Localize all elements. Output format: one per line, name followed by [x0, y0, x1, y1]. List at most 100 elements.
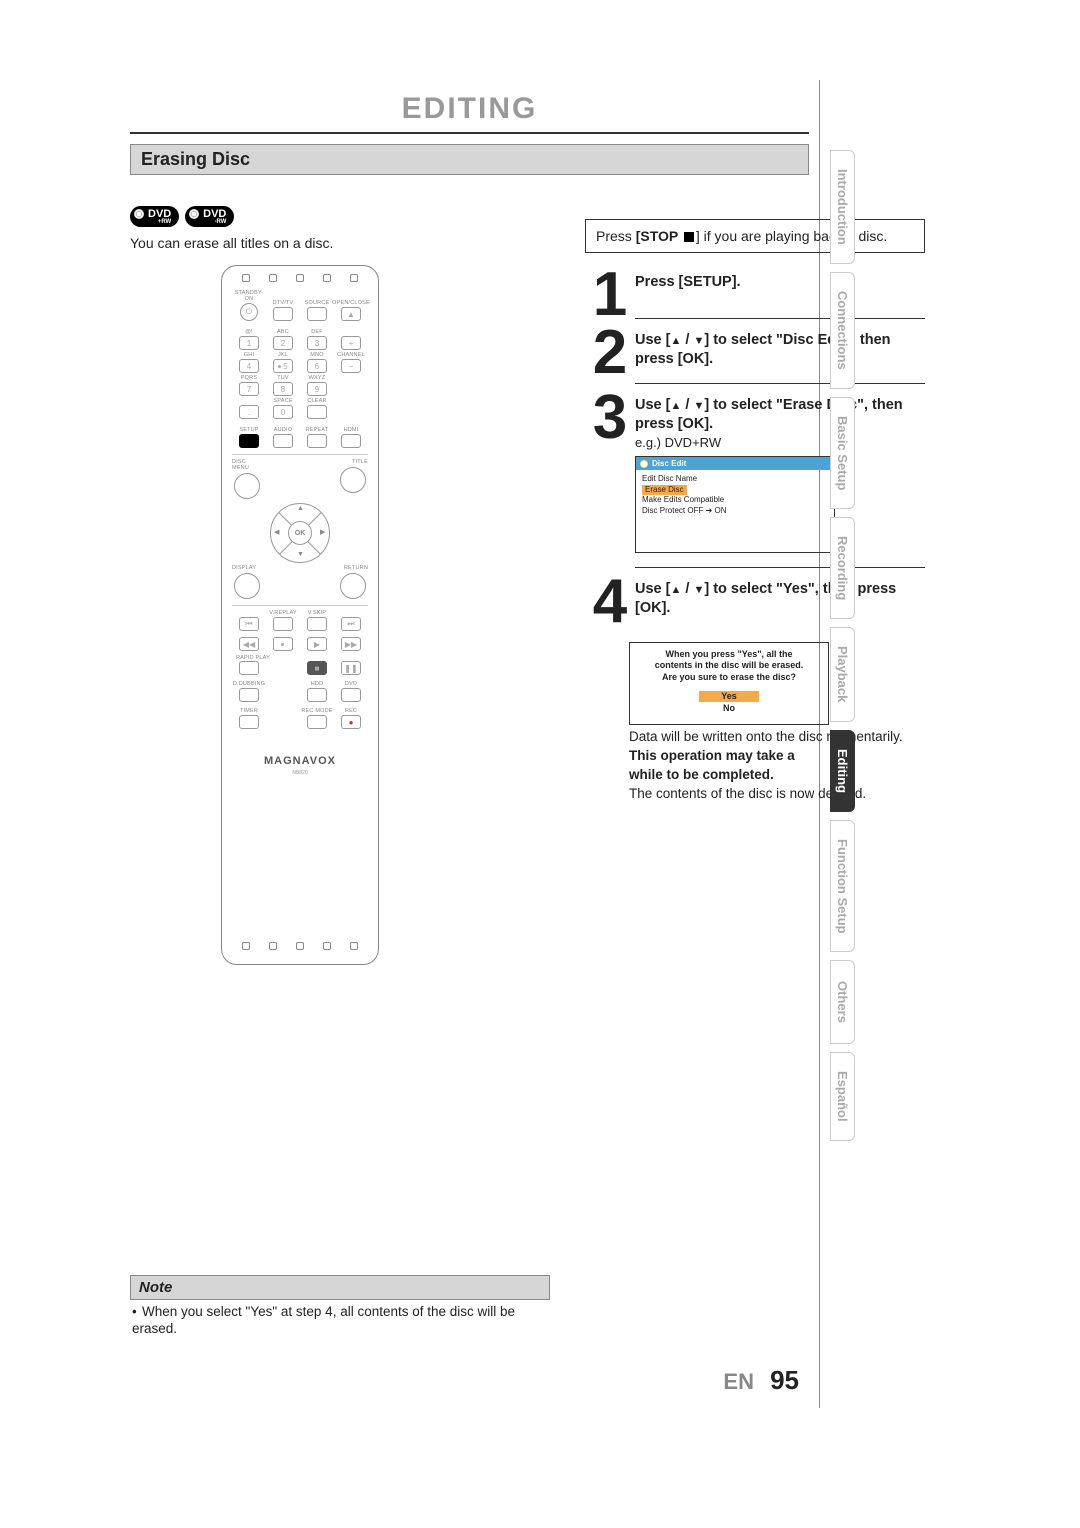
stop-icon — [684, 232, 694, 242]
tab-recording[interactable]: Recording — [830, 517, 855, 619]
tab-connections[interactable]: Connections — [830, 272, 855, 389]
chapter-title: EDITING — [130, 92, 809, 134]
hdd-button[interactable] — [307, 688, 327, 702]
tab-introduction[interactable]: Introduction — [830, 150, 855, 264]
section-heading: Erasing Disc — [130, 144, 809, 175]
key-0[interactable]: 0 — [273, 405, 293, 419]
tab-playback[interactable]: Playback — [830, 627, 855, 721]
stop-button[interactable]: ■ — [307, 661, 327, 675]
remote-model: NB820 — [222, 770, 378, 776]
right-arrow-icon[interactable]: ▶ — [320, 528, 325, 536]
prev-track-button[interactable]: ⏮ — [239, 617, 259, 631]
note-body: •When you select "Yes" at step 4, all co… — [130, 1300, 550, 1342]
key-9[interactable]: 9 — [307, 382, 327, 396]
key-2[interactable]: 2 — [273, 336, 293, 350]
disc-badges: DVD +RW DVD -RW — [130, 206, 470, 227]
vskip-button[interactable] — [307, 617, 327, 631]
step-4-title: Use [▲ / ▼] to select "Yes", then press … — [635, 580, 925, 618]
timer-button[interactable] — [239, 715, 259, 729]
open-close-label: OPEN/CLOSE — [332, 300, 370, 306]
ok-button[interactable]: OK — [288, 521, 312, 545]
remote-control-illustration: STANDBY-ON⏻ DTV/TV SOURCE OPEN/CLOSE▲ @!… — [221, 265, 379, 965]
warn-line-1: This operation may take a — [629, 748, 925, 763]
slow-button[interactable] — [273, 637, 293, 651]
left-arrow-icon[interactable]: ◀ — [274, 528, 279, 536]
tab-espanol[interactable]: Español — [830, 1052, 855, 1141]
footer-lang: EN — [723, 1369, 754, 1394]
standby-label: STANDBY-ON — [232, 290, 266, 302]
disc-menu-button[interactable] — [234, 473, 260, 499]
intro-text: You can erase all titles on a disc. — [130, 235, 470, 251]
remote-brand: MAGNAVOX — [222, 755, 378, 767]
dpad[interactable]: OK ▲ ▼ ◀ ▶ — [256, 501, 344, 577]
step-1: 1 Press [SETUP]. — [585, 271, 925, 319]
key-3[interactable]: 3 — [307, 336, 327, 350]
key-4[interactable]: 4 — [239, 359, 259, 373]
key-5[interactable]: 5 — [273, 359, 293, 373]
tab-basic-setup[interactable]: Basic Setup — [830, 397, 855, 509]
tab-function-setup[interactable]: Function Setup — [830, 820, 855, 953]
source-button[interactable] — [307, 307, 327, 321]
pause-button[interactable]: ❚❚ — [341, 661, 361, 675]
step-4: 4 Use [▲ / ▼] to select "Yes", then pres… — [585, 578, 925, 632]
rapid-play-button[interactable] — [239, 661, 259, 675]
note-box: Note •When you select "Yes" at step 4, a… — [130, 1275, 550, 1342]
section-tabs: Introduction Connections Basic Setup Rec… — [830, 150, 868, 1149]
right-column: Press [STOP ] if you are playing back a … — [585, 219, 925, 803]
dvd-button[interactable] — [341, 688, 361, 702]
rec-button[interactable]: ● — [341, 715, 361, 729]
rewind-button[interactable]: ◀◀ — [239, 637, 259, 651]
dtv-label: DTV/TV — [273, 300, 294, 306]
tab-editing[interactable]: Editing — [830, 730, 855, 812]
step-1-title: Press [SETUP]. — [635, 273, 925, 292]
dialog-no: No — [699, 703, 759, 715]
hdmi-button[interactable] — [341, 434, 361, 448]
tab-others[interactable]: Others — [830, 960, 855, 1044]
standby-button[interactable]: ⏻ — [240, 303, 258, 321]
left-column: DVD +RW DVD -RW You can erase all titles… — [130, 200, 470, 965]
vreplay-button[interactable] — [273, 617, 293, 631]
key-6[interactable]: 6 — [307, 359, 327, 373]
down-arrow-icon[interactable]: ▼ — [297, 551, 304, 558]
dvd-minus-rw-badge: DVD -RW — [185, 206, 234, 227]
pre-step-box: Press [STOP ] if you are playing back a … — [585, 219, 925, 253]
up-arrow-icon[interactable]: ▲ — [297, 505, 304, 512]
key-7[interactable]: 7 — [239, 382, 259, 396]
key-8[interactable]: 8 — [273, 382, 293, 396]
page-footer: EN 95 — [723, 1365, 799, 1396]
audio-button[interactable] — [273, 434, 293, 448]
ffwd-button[interactable]: ▶▶ — [341, 637, 361, 651]
osd-item: Disc Protect OFF ➔ ON — [642, 506, 828, 516]
clear-button[interactable] — [307, 405, 327, 419]
after-text-1: Data will be written onto the disc momen… — [629, 729, 925, 744]
remote-bottom-edge — [222, 934, 378, 958]
step-2-title: Use [▲ / ▼] to select "Disc Edit", then … — [635, 331, 925, 369]
channel-down[interactable]: − — [341, 359, 361, 373]
key-1[interactable]: 1 — [239, 336, 259, 350]
page-number: 95 — [770, 1365, 799, 1395]
play-button[interactable]: ▶ — [307, 637, 327, 651]
disc-icon — [640, 460, 648, 468]
channel-up[interactable]: + — [341, 336, 361, 350]
next-track-button[interactable]: ⏭ — [341, 617, 361, 631]
repeat-button[interactable] — [307, 434, 327, 448]
dvd-plus-rw-badge: DVD +RW — [130, 206, 179, 227]
open-close-button[interactable]: ▲ — [341, 307, 361, 321]
osd-disc-edit: Disc Edit Edit Disc Name Erase Disc Make… — [635, 456, 835, 553]
warn-line-2: while to be completed. — [629, 767, 925, 782]
setup-button[interactable] — [239, 434, 259, 448]
key-dot[interactable]: . — [239, 405, 259, 419]
source-label: SOURCE — [305, 300, 330, 306]
dubbing-button[interactable] — [239, 688, 259, 702]
osd-item-selected: Erase Disc — [642, 485, 687, 495]
dtv-button[interactable] — [273, 307, 293, 321]
title-button[interactable] — [340, 467, 366, 493]
after-text-2: The contents of the disc is now deleted. — [629, 786, 925, 801]
manual-page: EDITING Erasing Disc DVD +RW DVD -RW You… — [120, 80, 820, 1408]
dialog-yes: Yes — [699, 691, 759, 703]
note-heading: Note — [130, 1275, 550, 1300]
step-3: 3 Use [▲ / ▼] to select "Erase Disc", th… — [585, 394, 925, 568]
recmode-button[interactable] — [307, 715, 327, 729]
osd-item: Make Edits Compatible — [642, 495, 828, 505]
step-3-title: Use [▲ / ▼] to select "Erase Disc", then… — [635, 396, 925, 434]
